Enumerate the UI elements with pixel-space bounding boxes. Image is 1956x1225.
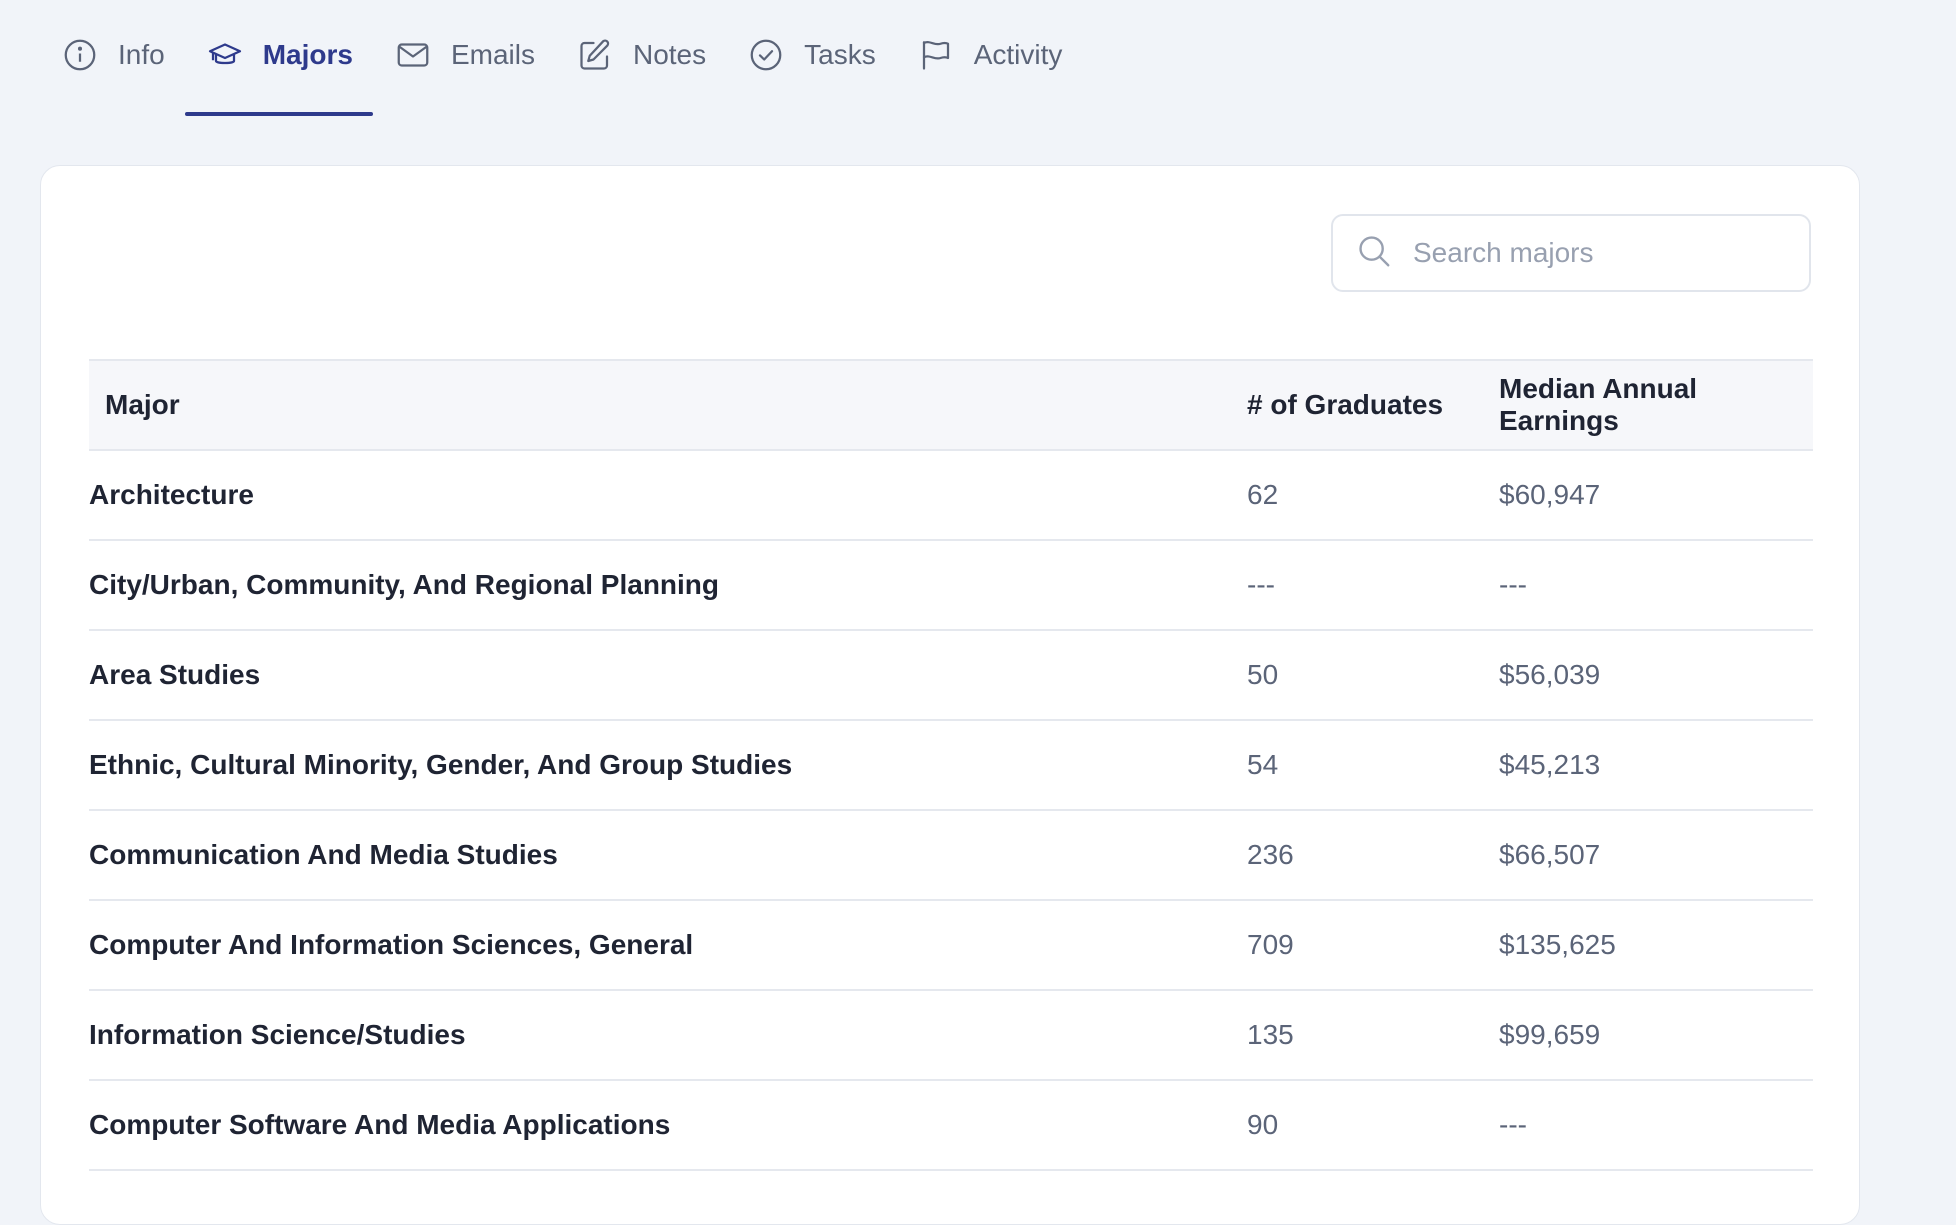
graduates-cell: 62 [1247, 450, 1499, 541]
table-row[interactable]: Architecture 62 $60,947 [89, 450, 1813, 541]
graduates-cell: 236 [1247, 810, 1499, 901]
graduates-cell: 135 [1247, 990, 1499, 1081]
earnings-cell: $66,507 [1499, 810, 1813, 901]
edit-icon [575, 35, 615, 75]
column-header-earnings[interactable]: Median Annual Earnings [1499, 359, 1813, 451]
table-row[interactable]: Information Science/Studies 135 $99,659 [89, 990, 1813, 1081]
tab-activity[interactable]: Activity [896, 0, 1083, 116]
tab-label: Majors [262, 39, 353, 70]
flag-icon [916, 35, 956, 75]
major-cell: City/Urban, Community, And Regional Plan… [89, 540, 1247, 631]
major-cell: Communication And Media Studies [89, 810, 1247, 901]
graduation-cap-icon [205, 35, 245, 75]
search-icon [1355, 232, 1393, 275]
tab-label: Info [118, 39, 165, 70]
table-row[interactable]: Communication And Media Studies 236 $66,… [89, 810, 1813, 901]
tab-notes[interactable]: Notes [555, 0, 726, 116]
earnings-cell: --- [1499, 540, 1813, 631]
graduates-cell: 709 [1247, 900, 1499, 991]
major-cell: Information Science/Studies [89, 990, 1247, 1081]
table-row[interactable]: Ethnic, Cultural Minority, Gender, And G… [89, 720, 1813, 811]
earnings-cell: $135,625 [1499, 900, 1813, 991]
tab-label: Emails [450, 39, 535, 70]
major-cell: Computer Software And Media Applications [89, 1080, 1247, 1171]
tab-label: Activity [973, 39, 1063, 70]
search-input[interactable] [1411, 236, 1775, 270]
tab-label: Notes [632, 39, 707, 70]
major-cell: Architecture [89, 450, 1247, 541]
earnings-cell: $99,659 [1499, 990, 1813, 1081]
majors-card: Major # of Graduates Median Annual Earni… [40, 165, 1860, 1225]
table-row[interactable]: Area Studies 50 $56,039 [89, 630, 1813, 721]
graduates-cell: 90 [1247, 1080, 1499, 1171]
earnings-cell: $56,039 [1499, 630, 1813, 721]
graduates-cell: 54 [1247, 720, 1499, 811]
earnings-cell: $60,947 [1499, 450, 1813, 541]
majors-table: Major # of Graduates Median Annual Earni… [89, 359, 1813, 1171]
graduates-cell: 50 [1247, 630, 1499, 721]
search-box[interactable] [1331, 214, 1811, 292]
table-row[interactable]: Computer And Information Sciences, Gener… [89, 900, 1813, 991]
tab-info[interactable]: Info [40, 0, 185, 116]
major-cell: Area Studies [89, 630, 1247, 721]
tab-bar: Info Majors Emails Notes Tasks Activity [0, 0, 1956, 116]
graduates-cell: --- [1247, 540, 1499, 631]
tab-tasks[interactable]: Tasks [726, 0, 896, 116]
table-row[interactable]: City/Urban, Community, And Regional Plan… [89, 540, 1813, 631]
column-header-major[interactable]: Major [89, 359, 1247, 451]
envelope-icon [393, 35, 433, 75]
earnings-cell: $45,213 [1499, 720, 1813, 811]
major-cell: Computer And Information Sciences, Gener… [89, 900, 1247, 991]
column-header-graduates[interactable]: # of Graduates [1247, 359, 1499, 451]
tab-label: Tasks [804, 39, 876, 70]
info-icon [60, 35, 100, 75]
table-header-row: Major # of Graduates Median Annual Earni… [89, 359, 1813, 451]
tab-emails[interactable]: Emails [373, 0, 555, 116]
major-cell: Ethnic, Cultural Minority, Gender, And G… [89, 720, 1247, 811]
table-row[interactable]: Computer Software And Media Applications… [89, 1080, 1813, 1171]
check-circle-icon [746, 35, 786, 75]
earnings-cell: --- [1499, 1080, 1813, 1171]
tab-majors[interactable]: Majors [184, 0, 374, 116]
